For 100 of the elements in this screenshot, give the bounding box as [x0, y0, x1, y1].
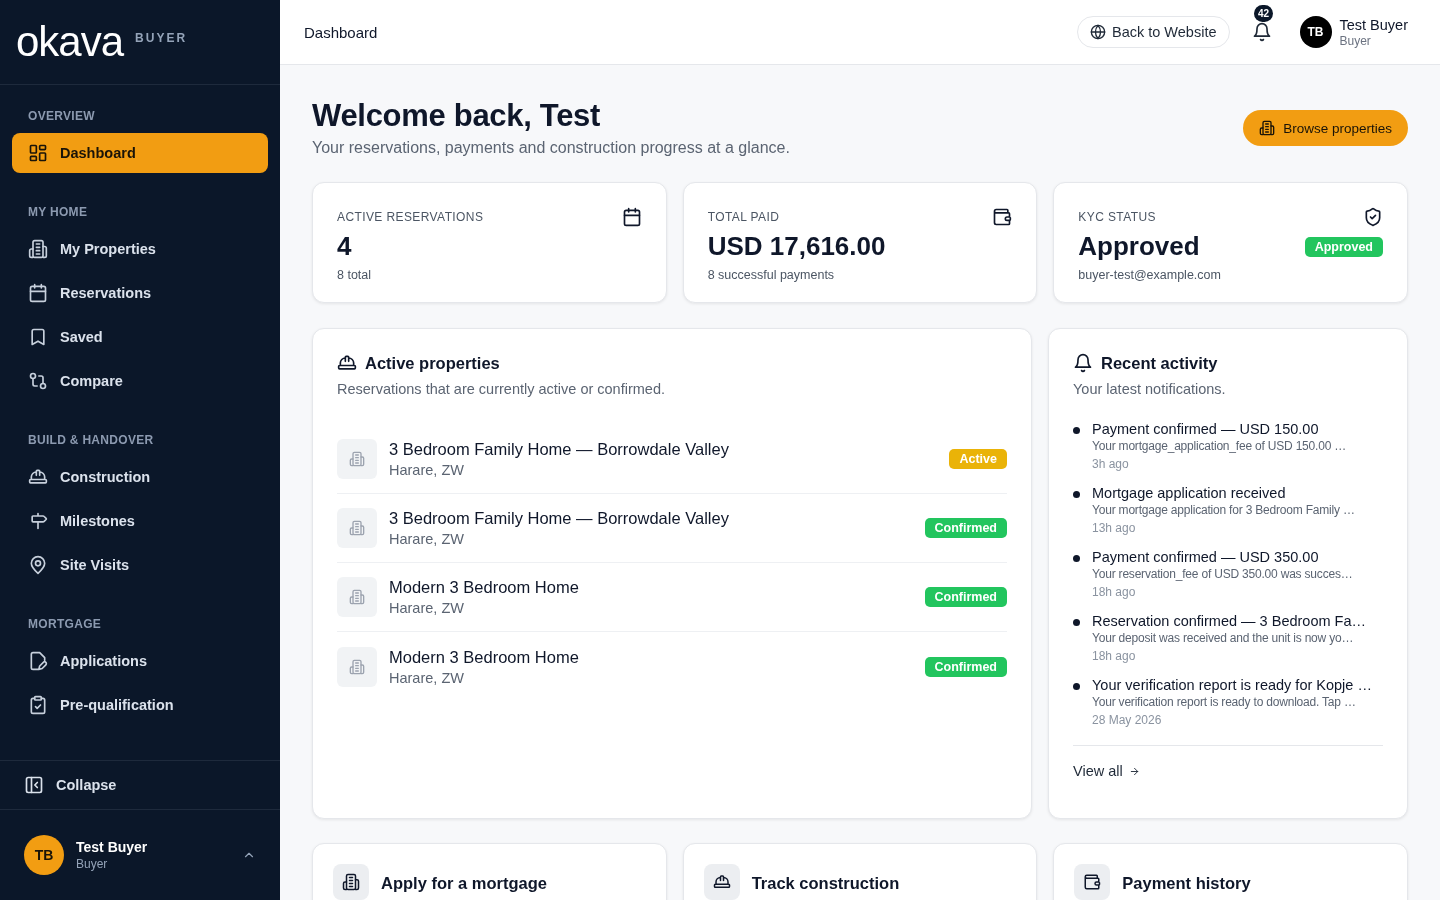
property-name: 3 Bedroom Family Home — Borrowdale Valley [389, 440, 730, 460]
notification-time: 3h ago [1092, 457, 1130, 472]
quick-link-card[interactable]: Payment history [1053, 843, 1408, 900]
clipboard-check-icon [28, 695, 48, 715]
nav-item[interactable]: Pre-qualification [12, 685, 268, 725]
user-role: Buyer [76, 857, 109, 871]
building-icon [349, 658, 365, 675]
nav-item[interactable]: Compare [12, 361, 268, 401]
bullet-dot [1073, 555, 1080, 563]
notification-title: Mortgage application received [1092, 485, 1287, 502]
status-badge: Confirmed [924, 518, 1007, 539]
stat-value: 4 [337, 231, 352, 263]
welcome-title: Welcome back, Test [312, 99, 602, 134]
signpost-icon [28, 511, 48, 531]
notification-title: Payment confirmed — USD 150.00 [1092, 421, 1320, 438]
logo: okava [16, 21, 124, 63]
map-pin-icon [28, 555, 48, 575]
bookmark-icon [28, 327, 48, 347]
quick-link-card[interactable]: Apply for a mortgage [312, 843, 667, 900]
building-icon [349, 520, 365, 537]
welcome-subtitle: Your reservations, payments and construction progress at a glance. [312, 139, 790, 158]
notification-title: Reservation confirmed — 3 Bedroom Fa… [1092, 613, 1366, 630]
notification-time: 13h ago [1092, 521, 1137, 536]
user-name: Test Buyer [1339, 16, 1408, 33]
nav-item[interactable]: My Properties [12, 229, 268, 269]
avatar: TB [1299, 16, 1332, 48]
section-heading: MORTGAGE [27, 616, 103, 633]
notification-time: 28 May 2026 [1092, 713, 1163, 728]
calendar-icon [28, 283, 48, 303]
file-pen-icon [28, 651, 48, 671]
bullet-dot [1073, 683, 1080, 691]
nav-item[interactable]: Reservations [12, 273, 268, 313]
quick-link-card[interactable]: Track construction [682, 843, 1038, 900]
notification-text: Your reservation_fee of USD 350.00 was succes… [1092, 567, 1353, 582]
building-icon [342, 873, 360, 892]
card-title: Active properties [365, 353, 500, 373]
stat-value: Approved [1078, 231, 1200, 263]
view-all-link[interactable]: View all [1073, 763, 1140, 780]
card-title: Recent activity [1101, 353, 1218, 373]
status-badge: Approved [1304, 236, 1383, 257]
notification-title: Your verification report is ready for Kopje … [1092, 677, 1372, 694]
globe-icon [1090, 24, 1106, 40]
collapse-button[interactable]: Collapse [24, 775, 256, 795]
notification-title: Payment confirmed — USD 350.00 [1092, 549, 1320, 566]
section-heading: MY HOME [27, 204, 89, 221]
nav-item[interactable]: Saved [12, 317, 268, 357]
building-icon [349, 451, 365, 468]
notification-time: 18h ago [1092, 585, 1137, 600]
arrow-right-icon [1128, 765, 1140, 777]
bullet-dot [1073, 427, 1080, 435]
stat-label: ACTIVE RESERVATIONS [337, 210, 484, 225]
bell-icon [1073, 353, 1093, 374]
stat-label: KYC STATUS [1078, 210, 1156, 225]
wallet-icon [1083, 873, 1102, 892]
browse-properties-button[interactable]: Browse properties [1243, 110, 1408, 146]
notification-text: Your mortgage application for 3 Bedroom Family … [1092, 503, 1355, 518]
nav-item[interactable]: Construction [12, 457, 268, 497]
role-label: BUYER [135, 31, 188, 45]
notification-time: 18h ago [1092, 649, 1137, 664]
stat-label: TOTAL PAID [707, 210, 780, 225]
bell-icon [1251, 22, 1272, 42]
section-heading: OVERVIEW [27, 108, 96, 125]
stat-detail: 8 total [337, 268, 373, 283]
property-location: Harare, ZW [389, 600, 465, 617]
section-heading: BUILD & HANDOVER [27, 432, 155, 449]
card-subtitle: Your latest notifications. [1073, 381, 1227, 398]
stat-detail: 8 successful payments [707, 268, 836, 283]
notification-text: Your deposit was received and the unit is now yo… [1092, 631, 1355, 646]
notification-count: 42 [1254, 5, 1274, 22]
nav-item[interactable]: Milestones [12, 501, 268, 541]
building-icon [28, 239, 48, 259]
building-icon [1259, 120, 1276, 136]
status-badge: Confirmed [924, 587, 1007, 608]
bullet-dot [1073, 491, 1080, 499]
wallet-icon [992, 207, 1013, 228]
nav-item[interactable]: Site Visits [12, 545, 268, 585]
user-role: Buyer [1339, 33, 1372, 48]
card-subtitle: Reservations that are currently active or confirmed. [337, 381, 666, 398]
bullet-dot [1073, 619, 1080, 627]
stat-value: USD 17,616.00 [707, 231, 886, 263]
shield-check-icon [1363, 207, 1383, 228]
nav-item[interactable]: Applications [12, 641, 268, 681]
stat-detail: buyer-test@example.com [1078, 268, 1222, 283]
nav-item[interactable]: Dashboard [12, 133, 268, 173]
hard-hat-icon [28, 467, 48, 487]
property-name: 3 Bedroom Family Home — Borrowdale Valley [389, 509, 730, 529]
user-name: Test Buyer [76, 839, 149, 855]
page-title: Dashboard [304, 23, 378, 41]
notification-text: Your verification report is ready to download. Tap … [1092, 695, 1357, 710]
property-location: Harare, ZW [389, 669, 465, 686]
notifications-button[interactable] [1251, 22, 1272, 42]
notification-text: Your mortgage_application_fee of USD 150.00 … [1092, 439, 1347, 454]
collapse-icon [24, 775, 44, 795]
status-badge: Confirmed [924, 656, 1007, 677]
avatar: TB [24, 835, 64, 875]
property-name: Modern 3 Bedroom Home [389, 578, 580, 598]
property-name: Modern 3 Bedroom Home [389, 647, 580, 667]
property-location: Harare, ZW [389, 462, 465, 479]
grid-icon [28, 143, 48, 163]
property-location: Harare, ZW [389, 531, 465, 548]
